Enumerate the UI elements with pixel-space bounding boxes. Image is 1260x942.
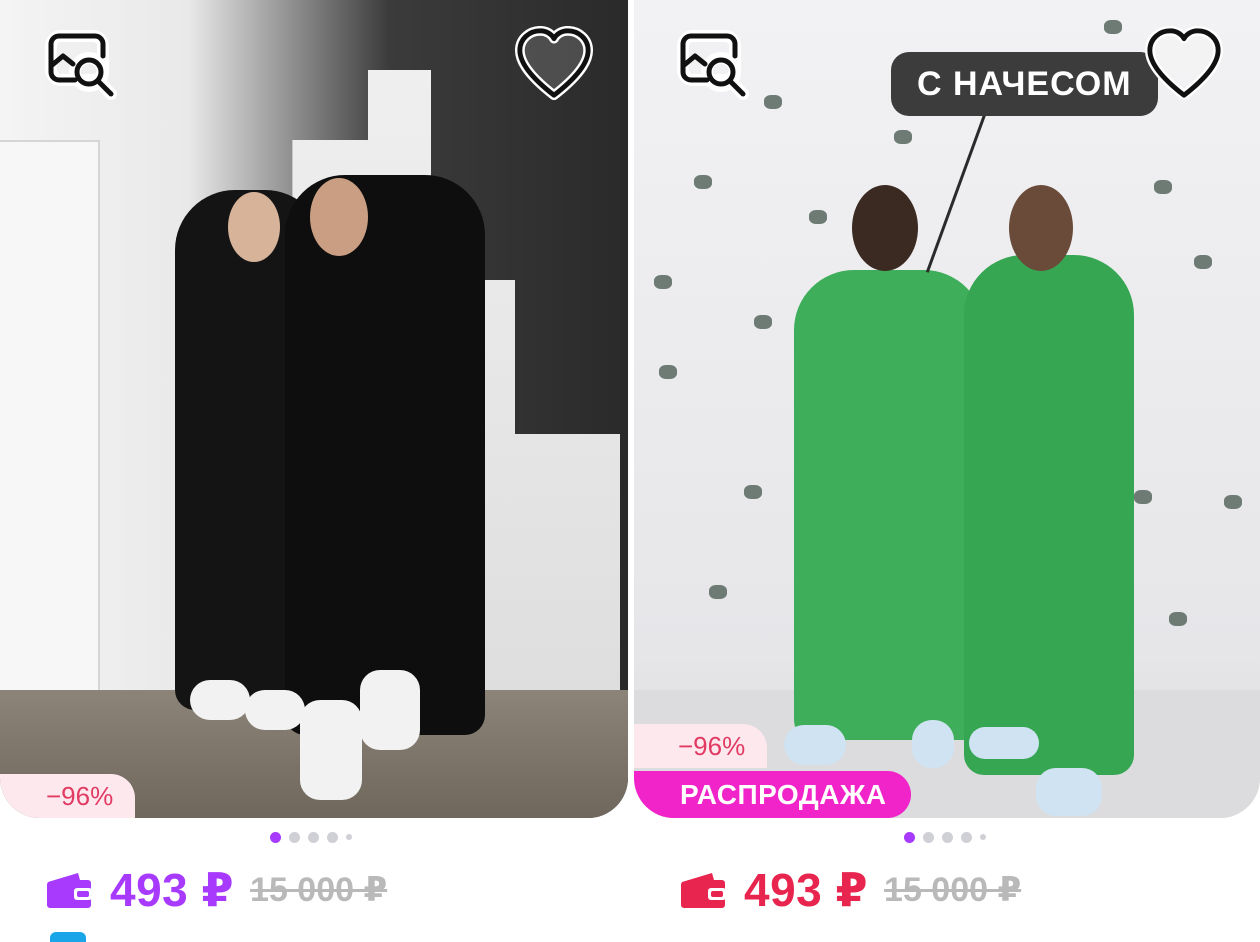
sneaker	[245, 690, 305, 730]
pagination-dot[interactable]	[961, 831, 972, 843]
pagination-dot[interactable]	[327, 831, 338, 843]
model-figure	[285, 175, 485, 735]
climbing-hold	[1154, 180, 1172, 194]
sneaker	[190, 680, 250, 720]
discount-badge: −96%	[0, 774, 136, 818]
product-grid: −96% 493 ₽ 15 000 ₽ С НАЧЕСОМ −96% РАСПР…	[0, 0, 1260, 942]
climbing-hold	[709, 585, 727, 599]
climbing-hold	[744, 485, 762, 499]
pagination-dot-active[interactable]	[904, 831, 915, 843]
pagination-dot[interactable]	[289, 831, 300, 843]
discount-badge: −96%	[634, 724, 768, 768]
climbing-hold	[754, 315, 772, 329]
heart-outline-icon	[514, 26, 594, 101]
climbing-hold	[809, 210, 827, 224]
heart-outline-icon	[1144, 26, 1224, 101]
brand-badge-peek	[50, 932, 86, 942]
climbing-hold	[1194, 255, 1212, 269]
photo-pagination[interactable]	[904, 830, 986, 844]
product-card[interactable]: −96% 493 ₽ 15 000 ₽	[0, 0, 628, 942]
photo-pagination[interactable]	[270, 830, 352, 844]
image-search-button[interactable]	[42, 25, 122, 105]
price-row: 493 ₽ 15 000 ₽	[678, 860, 1021, 920]
pagination-dot[interactable]	[942, 831, 953, 843]
current-price: 493 ₽	[744, 864, 869, 916]
old-price: 15 000 ₽	[884, 871, 1022, 909]
sneaker	[912, 720, 954, 768]
climbing-hold	[654, 275, 672, 289]
callout-pointer	[925, 112, 987, 273]
climbing-hold	[659, 365, 677, 379]
model-head	[852, 185, 918, 271]
sneaker	[360, 670, 420, 750]
pagination-dot[interactable]	[346, 834, 352, 840]
model-figure	[964, 255, 1134, 775]
sneaker	[784, 725, 846, 765]
climbing-hold	[1134, 490, 1152, 504]
wallet-icon	[47, 873, 92, 908]
current-price: 493 ₽	[110, 864, 235, 916]
pagination-dot[interactable]	[980, 834, 986, 840]
climbing-hold	[764, 95, 782, 109]
image-search-icon	[45, 30, 117, 100]
favorite-button[interactable]	[514, 24, 594, 104]
sneaker	[1036, 768, 1102, 816]
favorite-button[interactable]	[1144, 24, 1224, 104]
scene-door	[0, 140, 100, 700]
climbing-hold	[894, 130, 912, 144]
product-card[interactable]: С НАЧЕСОМ −96% РАСПРОДАЖА 493 ₽ 15 000 ₽	[634, 0, 1260, 916]
product-photo[interactable]: −96%	[0, 0, 628, 818]
model-head	[228, 192, 280, 262]
wallet-icon	[681, 873, 726, 908]
pagination-dot[interactable]	[923, 831, 934, 843]
climbing-hold	[1224, 495, 1242, 509]
model-head	[310, 178, 368, 256]
climbing-hold	[1169, 612, 1187, 626]
old-price: 15 000 ₽	[250, 871, 388, 909]
pagination-dot[interactable]	[308, 831, 319, 843]
product-photo[interactable]: С НАЧЕСОМ −96% РАСПРОДАЖА	[634, 0, 1260, 818]
sale-badge: РАСПРОДАЖА	[634, 771, 911, 818]
image-search-button[interactable]	[674, 25, 754, 105]
feature-callout: С НАЧЕСОМ	[891, 52, 1158, 116]
sneaker	[969, 727, 1039, 759]
climbing-hold	[1104, 20, 1122, 34]
pagination-dot-active[interactable]	[270, 831, 281, 843]
image-search-icon	[677, 30, 749, 100]
model-head	[1009, 185, 1073, 271]
sneaker	[300, 700, 362, 800]
model-figure	[794, 270, 984, 740]
climbing-hold	[694, 175, 712, 189]
price-row: 493 ₽ 15 000 ₽	[44, 860, 387, 920]
